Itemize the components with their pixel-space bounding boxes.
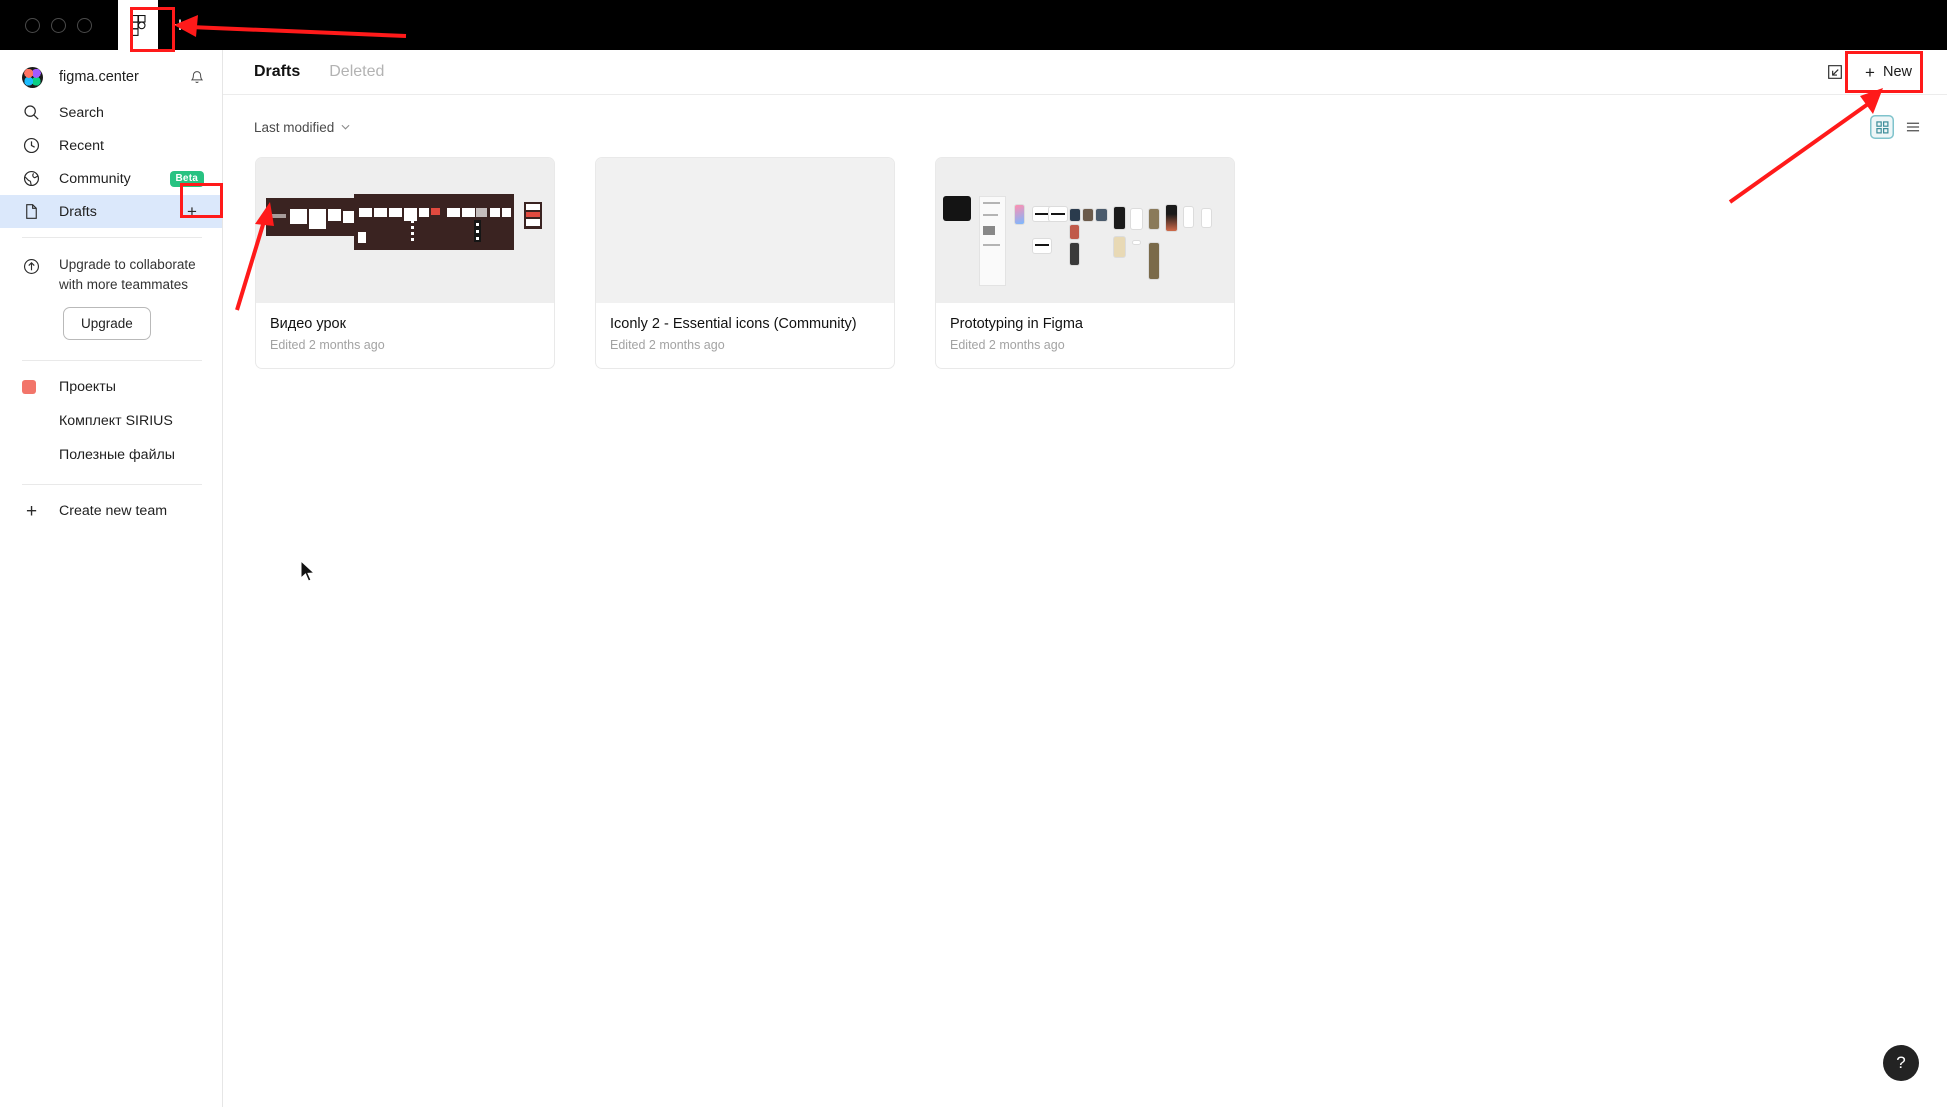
import-file-icon — [1828, 65, 1842, 79]
grid-icon — [1875, 120, 1888, 133]
account-row[interactable]: figma.center — [0, 58, 222, 96]
sidebar-project-poleznye-fajly[interactable]: Полезные файлы — [0, 438, 222, 472]
file-edited: Edited 2 months ago — [610, 338, 725, 352]
content-toolbar: Last modified — [223, 102, 1947, 152]
file-card[interactable]: Iconly 2 - Essential icons (Community) E… — [595, 157, 895, 369]
file-thumbnail — [936, 158, 1234, 303]
sidebar-team-proekty[interactable]: Проекты — [0, 370, 222, 404]
tab-deleted[interactable]: Deleted — [329, 63, 384, 81]
account-name: figma.center — [59, 69, 139, 85]
project-label: Полезные файлы — [59, 447, 175, 464]
file-meta: Prototyping in Figma Edited 2 months ago — [936, 303, 1234, 368]
file-thumbnail — [256, 158, 554, 303]
close-window-button[interactable] — [25, 17, 40, 33]
avatar — [22, 66, 43, 88]
plus-icon: + — [25, 500, 38, 522]
sidebar-item-label: Search — [59, 104, 104, 121]
file-meta: Видео урок Edited 2 months ago — [256, 303, 554, 368]
list-view-button[interactable] — [1901, 115, 1925, 139]
chevron-down-icon — [341, 124, 350, 130]
list-icon — [1906, 122, 1920, 132]
file-title: Видео урок — [270, 316, 346, 332]
team-color-swatch — [22, 380, 36, 395]
maximize-window-button[interactable] — [77, 17, 92, 33]
help-button[interactable]: ? — [1883, 1045, 1919, 1081]
create-team-label: Create new team — [59, 503, 168, 520]
file-meta: Iconly 2 - Essential icons (Community) E… — [596, 303, 894, 368]
main-header: Drafts Deleted + New — [223, 50, 1947, 95]
new-file-button[interactable]: + New — [1852, 57, 1925, 88]
file-edited: Edited 2 months ago — [270, 338, 385, 352]
file-edited: Edited 2 months ago — [950, 338, 1065, 352]
bell-icon[interactable] — [188, 68, 206, 86]
sort-label: Last modified — [254, 119, 335, 135]
sidebar-divider-3 — [22, 484, 202, 486]
file-card[interactable]: Prototyping in Figma Edited 2 months ago — [935, 157, 1235, 369]
create-new-team-button[interactable]: + Create new team — [0, 494, 222, 528]
sort-control[interactable]: Last modified — [254, 120, 1870, 135]
sidebar-item-search[interactable]: Search — [0, 96, 222, 129]
sidebar-project-komplekt-sirius[interactable]: Комплект SIRIUS — [0, 404, 222, 438]
new-file-label: New — [1882, 64, 1912, 80]
figma-logo-icon — [130, 14, 146, 36]
minimize-window-button[interactable] — [51, 17, 66, 33]
figma-tab[interactable] — [118, 0, 158, 50]
window-titlebar: + — [0, 0, 1947, 50]
search-icon — [24, 105, 39, 120]
traffic-lights — [25, 17, 92, 33]
file-thumbnail — [596, 158, 894, 303]
file-grid: Видео урок Edited 2 months ago Iconly 2 … — [0, 152, 1947, 369]
file-card[interactable]: Видео урок Edited 2 months ago — [255, 157, 555, 369]
file-title: Prototyping in Figma — [950, 316, 1083, 332]
content-tabs: Drafts Deleted — [254, 63, 1818, 81]
grid-view-button[interactable] — [1870, 115, 1894, 139]
project-label: Комплект SIRIUS — [59, 413, 173, 430]
main-content: Drafts Deleted + New Last modified Видео… — [223, 50, 1947, 1107]
new-tab-button[interactable]: + — [160, 6, 200, 44]
team-label: Проекты — [59, 379, 116, 396]
tab-drafts[interactable]: Drafts — [254, 63, 300, 81]
file-title: Iconly 2 - Essential icons (Community) — [610, 316, 857, 332]
plus-icon: + — [1865, 62, 1875, 82]
import-file-button[interactable] — [1818, 57, 1852, 87]
mouse-cursor — [300, 560, 316, 582]
view-toggle-group — [1870, 115, 1925, 139]
